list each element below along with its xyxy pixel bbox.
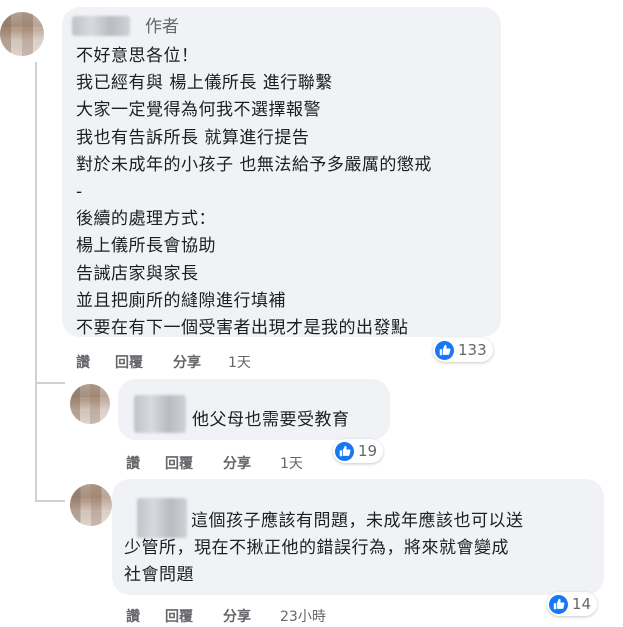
comment-actions: 讚 回覆 分享 1天 bbox=[126, 453, 426, 473]
comment-line: 我也有告訴所長 就算進行提告 bbox=[76, 127, 310, 148]
reaction-count-pill[interactable]: 133 bbox=[433, 338, 493, 362]
comment-line: 不要在有下一個受害者出現才是我的出發點 bbox=[76, 318, 409, 339]
like-button[interactable]: 讚 bbox=[76, 352, 90, 372]
comment-line: 社會問題 bbox=[124, 564, 194, 585]
reaction-count-pill[interactable]: 14 bbox=[547, 592, 598, 616]
thread-line bbox=[35, 62, 37, 502]
comment-line: - bbox=[76, 182, 83, 203]
thread-branch bbox=[35, 500, 65, 502]
thumbs-up-icon bbox=[435, 340, 454, 360]
avatar[interactable] bbox=[70, 384, 110, 424]
avatar[interactable] bbox=[0, 12, 44, 56]
avatar[interactable] bbox=[70, 484, 112, 526]
timestamp[interactable]: 1天 bbox=[280, 453, 303, 473]
reply-button[interactable]: 回覆 bbox=[165, 606, 193, 626]
thread-branch bbox=[35, 382, 65, 384]
comment-line: 楊上儀所長會協助 bbox=[76, 236, 216, 257]
commenter-name[interactable] bbox=[134, 395, 186, 433]
timestamp[interactable]: 1天 bbox=[228, 352, 251, 372]
commenter-name[interactable] bbox=[137, 498, 187, 538]
like-button[interactable]: 讚 bbox=[126, 606, 140, 626]
share-button[interactable]: 分享 bbox=[223, 606, 251, 626]
comment-actions: 讚 回覆 分享 1天 bbox=[76, 352, 376, 372]
reaction-count: 14 bbox=[572, 595, 592, 613]
comment-line: 並且把廁所的縫隙進行填補 bbox=[76, 290, 286, 311]
like-button[interactable]: 讚 bbox=[126, 453, 140, 473]
reaction-count: 133 bbox=[458, 341, 487, 359]
comment-actions: 讚 回覆 分享 23小時 bbox=[126, 606, 426, 626]
comment-text: 這個孩子應該有問題，未成年應該也可以送 bbox=[191, 508, 603, 535]
timestamp[interactable]: 23小時 bbox=[280, 606, 326, 626]
comment-line: 告誡店家與家長 bbox=[76, 263, 199, 284]
comment-text: 不好意思各位！ 我已經有與 楊上儀所長 進行聯繫 大家一定覺得為何我不選擇報警 … bbox=[76, 43, 501, 342]
author-badge: 作者 bbox=[145, 17, 179, 37]
comment-text: 少管所，現在不揪正他的錯誤行為，將來就會變成 社會問題 bbox=[124, 535, 594, 588]
comment-line: 大家一定覺得為何我不選擇報警 bbox=[76, 100, 321, 121]
reply-button[interactable]: 回覆 bbox=[165, 453, 193, 473]
comment-line: 少管所，現在不揪正他的錯誤行為，將來就會變成 bbox=[124, 538, 509, 558]
comment-line: 對於未成年的小孩子 也無法給予多嚴厲的懲戒 bbox=[76, 154, 432, 175]
reply-button[interactable]: 回覆 bbox=[115, 352, 143, 372]
share-button[interactable]: 分享 bbox=[223, 453, 251, 473]
comment-line: 不好意思各位！ bbox=[76, 46, 199, 66]
comment-line: 我已經有與 楊上儀所長 進行聯繫 bbox=[76, 73, 333, 94]
share-button[interactable]: 分享 bbox=[173, 352, 201, 372]
thumbs-up-icon bbox=[549, 594, 568, 614]
comment-line: 這個孩子應該有問題，未成年應該也可以送 bbox=[191, 511, 524, 531]
comment-text: 他父母也需要受教育 bbox=[192, 407, 392, 434]
commenter-name[interactable] bbox=[72, 16, 130, 36]
comment-line: 他父母也需要受教育 bbox=[192, 410, 350, 430]
comment-line: 後續的處理方式： bbox=[76, 209, 216, 230]
